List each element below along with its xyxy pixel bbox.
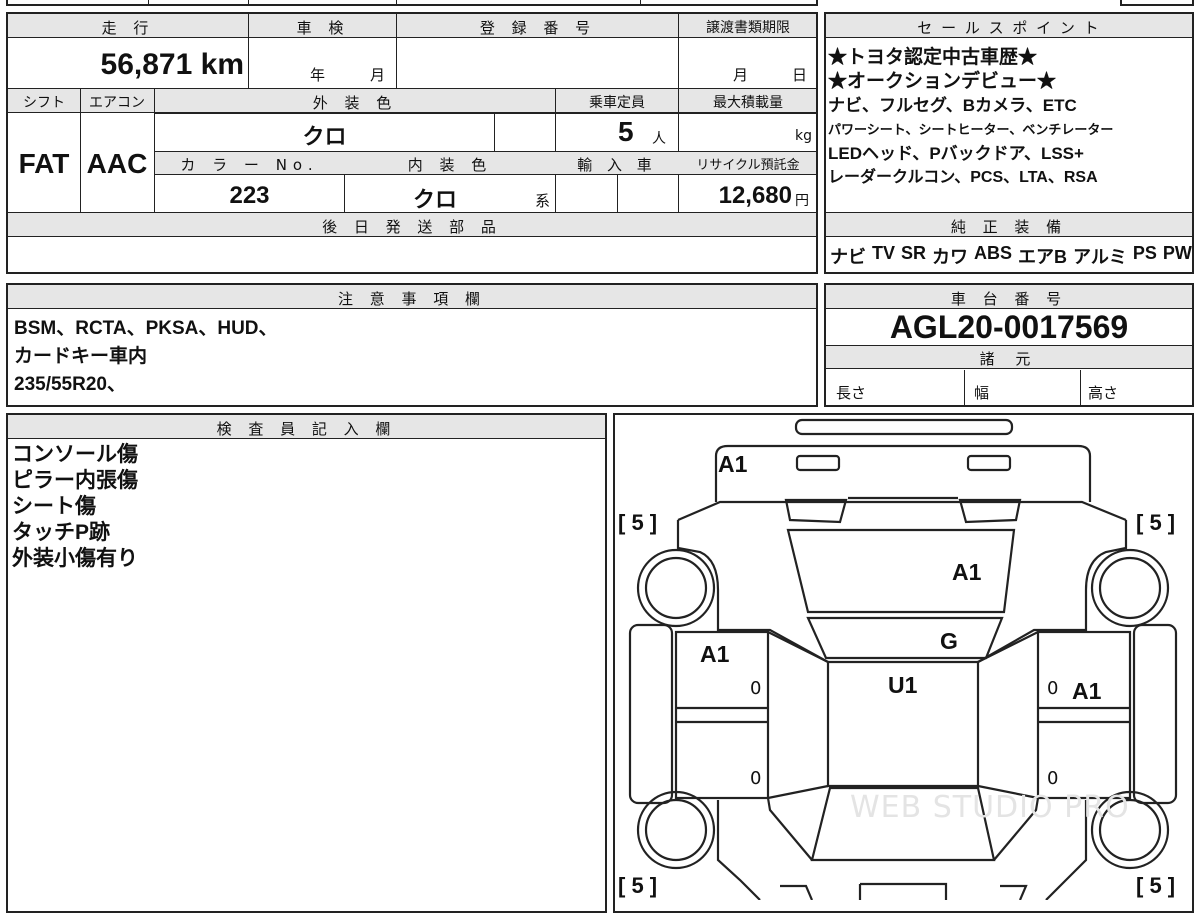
notes-lines: BSM、RCTA、PKSA、HUD、 カードキー車内 235/55R20、 xyxy=(14,315,278,399)
transfer-doc-label: 譲渡書類期限 xyxy=(706,20,790,36)
aircon-label: エアコン xyxy=(89,95,145,111)
width-label: 幅 xyxy=(974,384,990,402)
interior-color-label: 内 装 色 xyxy=(407,156,493,174)
max-load-unit: kg xyxy=(795,128,812,144)
recycle-value: 12,680 xyxy=(718,182,792,209)
sales-point-line: ★オークションデビュー★ xyxy=(828,71,1057,92)
recycle-unit: 円 xyxy=(795,193,809,209)
divider xyxy=(640,0,641,6)
divider xyxy=(494,113,495,151)
tire-grade-front-left: [ 5 ] xyxy=(618,510,658,535)
length-label: 長さ xyxy=(836,384,867,402)
damage-mark-right-front-door: A1 xyxy=(1072,678,1102,704)
divider xyxy=(396,0,397,6)
registration-label: 登 録 番 号 xyxy=(479,19,597,37)
capacity-unit: 人 xyxy=(652,131,666,147)
divider xyxy=(248,14,249,88)
capacity-value: 5 xyxy=(618,116,634,147)
divider xyxy=(964,370,965,406)
divider xyxy=(148,0,149,6)
sales-point-line: レーダークルコン、PCS、LTA、RSA xyxy=(828,169,1098,186)
equipment-item: ナビ xyxy=(830,247,866,267)
shift-value: FAT xyxy=(18,148,70,179)
import-label: 輸 入 車 xyxy=(577,156,657,174)
chassis-label: 車 台 番 号 xyxy=(950,290,1068,308)
equipment-item: TV xyxy=(872,243,896,263)
zero-mark: 0 xyxy=(750,678,762,699)
height-label: 高さ xyxy=(1088,384,1119,402)
mileage-value: 56,871 km xyxy=(100,48,244,81)
specs-label: 諸 元 xyxy=(979,350,1039,368)
sales-point-line: ★トヨタ認定中古車歴★ xyxy=(828,47,1038,68)
divider xyxy=(155,113,816,114)
equipment-item: PS xyxy=(1132,243,1157,263)
later-parts-label: 後 日 発 送 部 品 xyxy=(322,218,502,236)
inspector-line: ピラー内張傷 xyxy=(12,469,138,492)
exterior-color-label: 外 装 色 xyxy=(312,94,398,112)
shaken-label: 車 検 xyxy=(296,19,350,37)
color-no-label: カ ラ ー No. xyxy=(180,156,319,174)
equipment-item: SR xyxy=(901,243,927,263)
damage-mark-windshield: G xyxy=(940,628,958,654)
tire-grade-rear-left: [ 5 ] xyxy=(618,873,658,898)
sales-point-line: ナビ、フルセグ、Bカメラ、ETC xyxy=(828,96,1077,115)
note-line: BSM、RCTA、PKSA、HUD、 xyxy=(14,318,278,339)
aircon-value: AAC xyxy=(86,148,148,179)
mileage-label: 走 行 xyxy=(101,19,155,37)
divider xyxy=(678,14,679,88)
equipment-label: 純 正 装 備 xyxy=(950,218,1068,236)
note-line: 235/55R20、 xyxy=(14,374,126,395)
interior-color-suffix: 系 xyxy=(535,192,551,210)
month-unit: 月 xyxy=(370,66,386,84)
chassis-number: AGL20-0017569 xyxy=(889,309,1129,345)
damage-mark-left-front-door: A1 xyxy=(700,641,730,667)
transfer-month-unit: 月 xyxy=(733,66,749,84)
max-load-label: 最大積載量 xyxy=(713,95,783,111)
divider xyxy=(396,14,397,88)
capacity-label: 乗車定員 xyxy=(589,95,645,111)
equipment-item: エアB xyxy=(1018,247,1068,267)
equipment-item: カワ xyxy=(932,247,969,267)
note-line: カードキー車内 xyxy=(14,346,148,367)
exterior-color-value: クロ xyxy=(302,124,347,149)
equipment-item: PW xyxy=(1162,243,1192,263)
sales-point-line: パワーシート、シートヒーター、ベンチレーター xyxy=(828,122,1114,137)
damage-mark-front-bumper: A1 xyxy=(718,451,748,477)
sales-point-line: LEDヘッド、Pバックドア、LSS+ xyxy=(828,144,1084,163)
notes-label: 注 意 事 項 欄 xyxy=(337,290,487,308)
watermark: WEB STUDIO PRO xyxy=(850,790,1130,825)
recycle-label: リサイクル預託金 xyxy=(696,158,800,173)
transfer-day-unit: 日 xyxy=(792,66,808,84)
equipment-list: ナビ TV SR カワ ABS エアB アルミ PS PW xyxy=(830,243,1192,269)
tire-grade-front-right: [ 5 ] xyxy=(1136,510,1176,535)
zero-mark: 0 xyxy=(1047,768,1059,789)
equipment-item: ABS xyxy=(974,243,1013,263)
sales-points-lines: ★トヨタ認定中古車歴★ ★オークションデビュー★ ナビ、フルセグ、Bカメラ、ET… xyxy=(828,46,1113,190)
divider xyxy=(1080,370,1081,406)
sales-points-label: セ ー ル ス ポ イ ン ト xyxy=(917,19,1101,37)
equipment-item: アルミ xyxy=(1073,247,1127,267)
damage-mark-hood: A1 xyxy=(952,559,982,585)
damage-mark-roof: U1 xyxy=(888,672,918,698)
tire-grade-rear-right: [ 5 ] xyxy=(1136,873,1176,898)
inspector-line: コンソール傷 xyxy=(12,443,138,466)
interior-color-value: クロ xyxy=(412,187,457,212)
year-unit: 年 xyxy=(310,66,326,84)
shift-label: シフト xyxy=(23,95,65,111)
top-clipped-right xyxy=(1120,0,1194,6)
top-clipped-row xyxy=(6,0,818,6)
divider xyxy=(248,0,249,6)
color-no-value: 223 xyxy=(229,182,270,209)
zero-mark: 0 xyxy=(1047,678,1059,699)
inspector-line: 外装小傷有り xyxy=(12,547,138,570)
inspector-lines: コンソール傷 ピラー内張傷 シート傷 タッチP跡 外装小傷有り xyxy=(12,442,138,572)
zero-mark: 0 xyxy=(750,768,762,789)
inspector-label: 検 査 員 記 入 欄 xyxy=(216,420,397,438)
inspector-line: シート傷 xyxy=(12,495,96,518)
inspector-line: タッチP跡 xyxy=(12,521,111,544)
